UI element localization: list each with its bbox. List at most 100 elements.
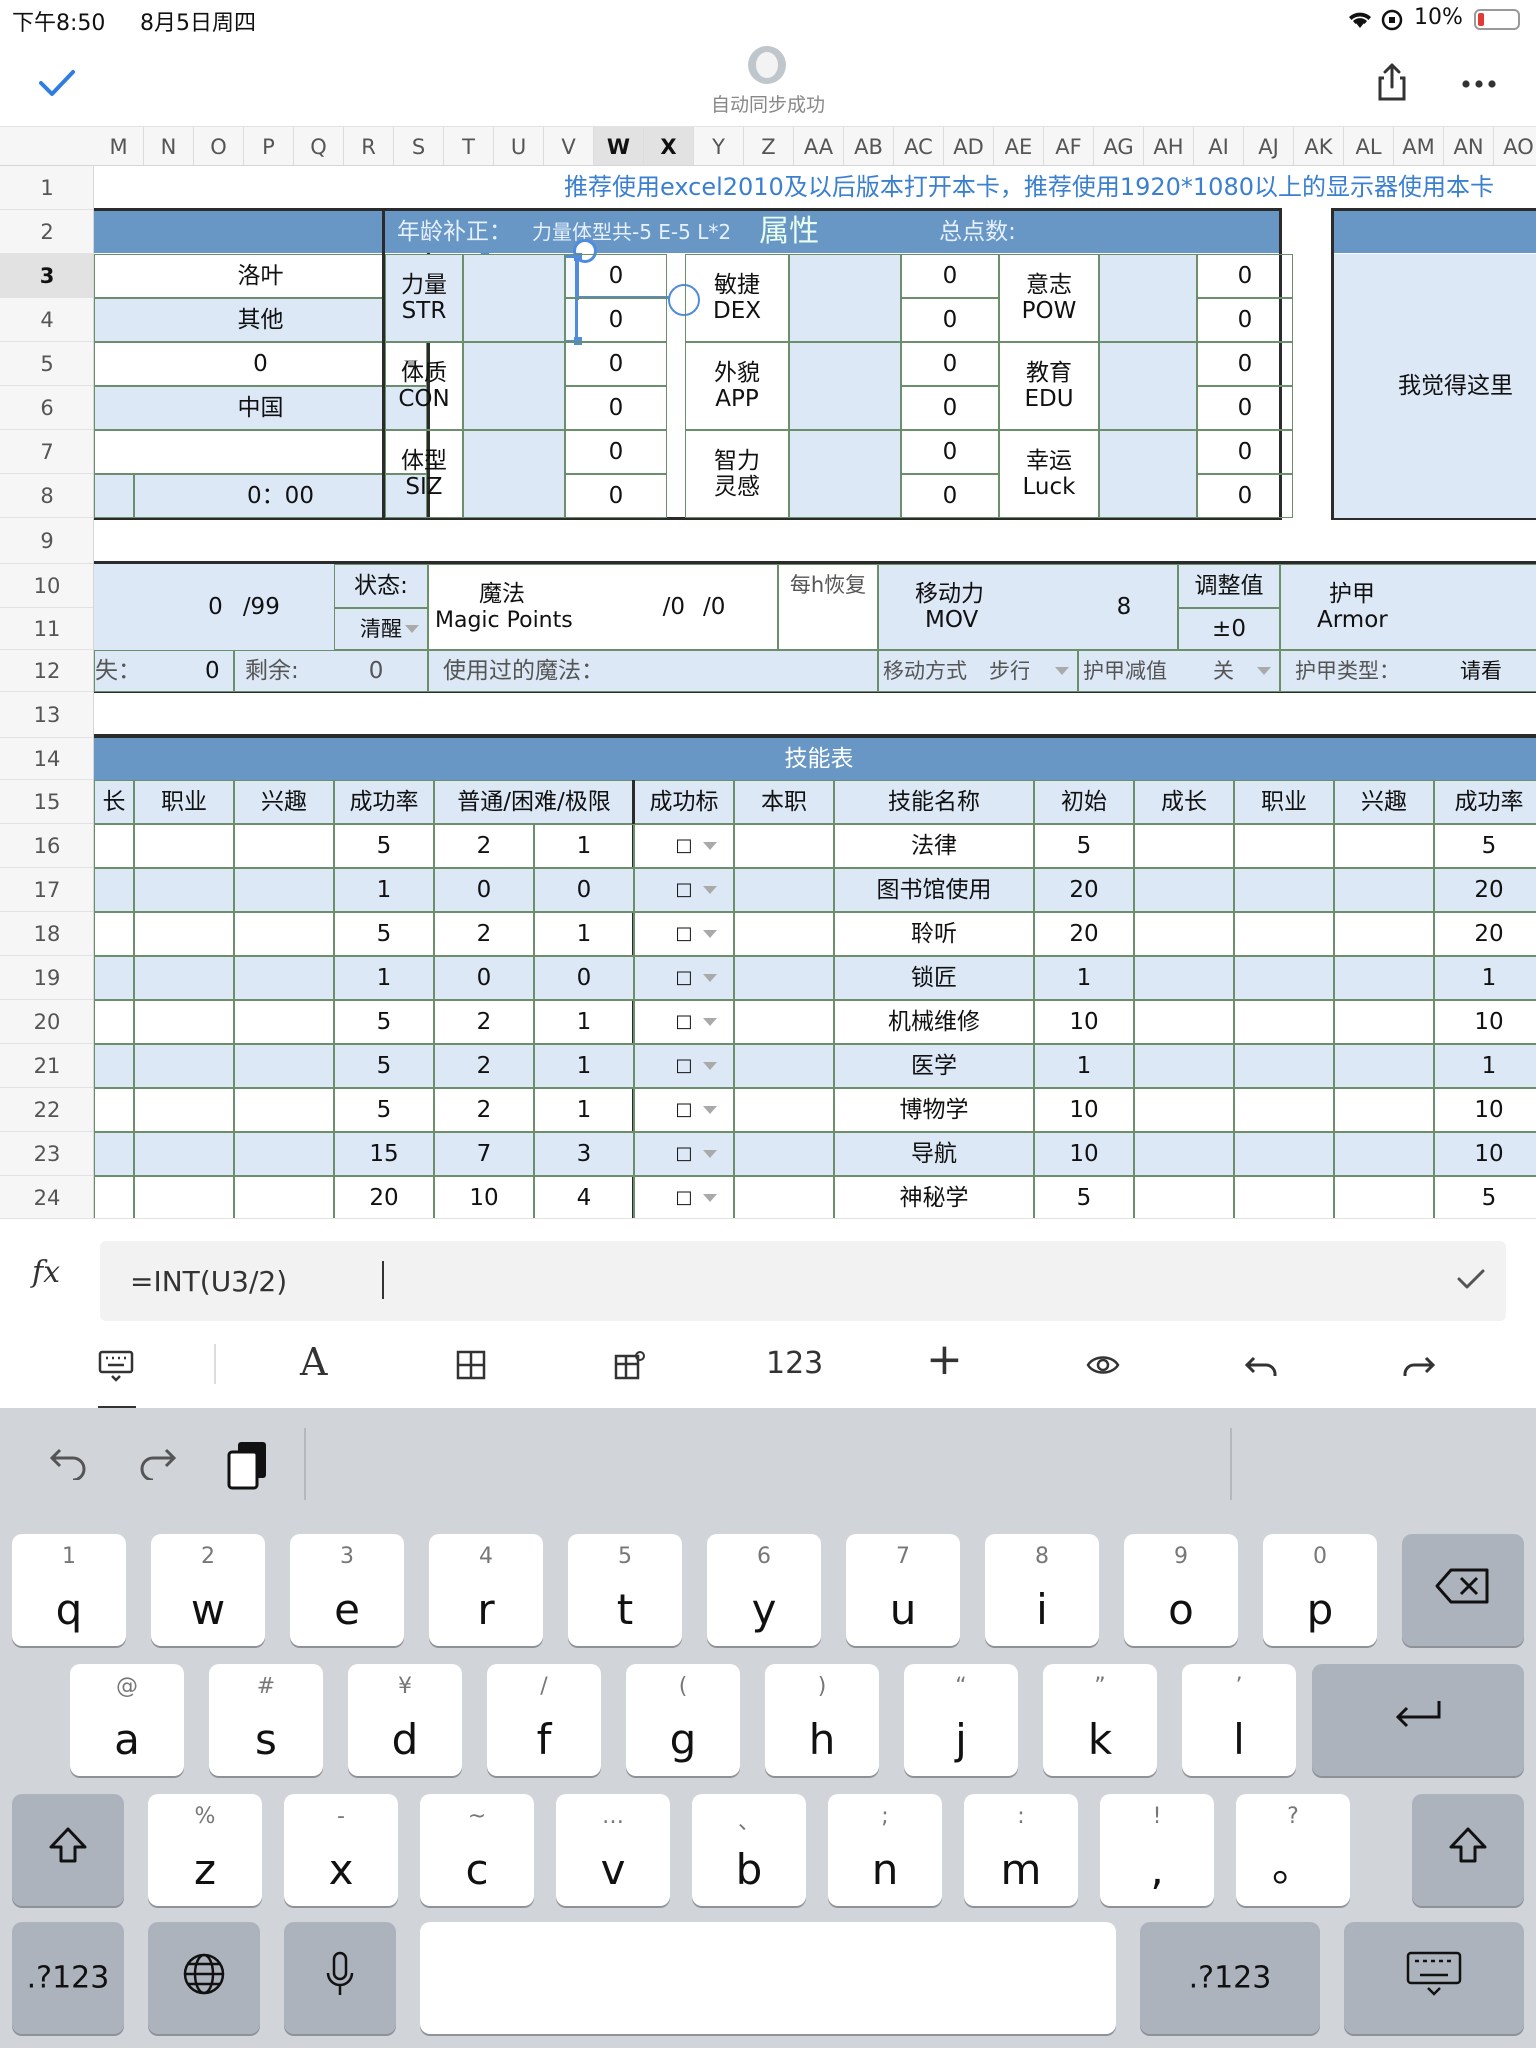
- key-g[interactable]: (g: [626, 1664, 740, 1776]
- row-header-14[interactable]: 14: [0, 738, 93, 780]
- attr-half-luck[interactable]: 0: [1197, 474, 1293, 518]
- skill-grow[interactable]: [1134, 868, 1234, 912]
- delete-key[interactable]: [1402, 1534, 1524, 1646]
- attr-half-edu[interactable]: 0: [1197, 386, 1293, 430]
- checkbox-icon[interactable]: □: [675, 1011, 692, 1033]
- skill-job[interactable]: [1234, 1044, 1334, 1088]
- column-header-AI[interactable]: AI: [1194, 127, 1244, 165]
- formula-input[interactable]: =INT(U3/2): [100, 1241, 1506, 1321]
- dropdown-arrow-icon[interactable]: [703, 1150, 717, 1158]
- row-header-17[interactable]: 17: [0, 868, 93, 912]
- row-header-21[interactable]: 21: [0, 1044, 93, 1088]
- attr-input-pow[interactable]: [1099, 254, 1197, 342]
- key-m[interactable]: :m: [964, 1794, 1078, 1906]
- column-header-M[interactable]: M: [94, 127, 144, 165]
- skill-cell-job[interactable]: [134, 1088, 234, 1132]
- kb-undo-icon[interactable]: [48, 1446, 88, 1480]
- attr-input-app[interactable]: [789, 342, 901, 430]
- key-comma[interactable]: !,: [1100, 1794, 1214, 1906]
- skill-cell-interest[interactable]: [234, 956, 334, 1000]
- skill-own[interactable]: [734, 1044, 834, 1088]
- used-magic-cell[interactable]: 使用过的魔法：: [428, 650, 878, 692]
- key-v[interactable]: … v: [556, 1794, 670, 1906]
- key-a[interactable]: @ a: [70, 1664, 184, 1776]
- attr-value-dex[interactable]: 0: [901, 254, 999, 298]
- skill-cell-interest[interactable]: [234, 868, 334, 912]
- column-header-T[interactable]: T: [444, 127, 494, 165]
- skill-cell-grow[interactable]: [94, 1176, 134, 1218]
- key-c[interactable]: ~ c: [420, 1794, 534, 1906]
- share-icon[interactable]: [1376, 62, 1408, 102]
- skill-mark-select[interactable]: □: [634, 912, 734, 956]
- skill-grow[interactable]: [1134, 1132, 1234, 1176]
- skill-job[interactable]: [1234, 868, 1334, 912]
- key-i[interactable]: 8i: [985, 1534, 1099, 1646]
- space-key[interactable]: [420, 1922, 1116, 2034]
- numbers-key-right[interactable]: .?123: [1140, 1922, 1320, 2034]
- redo-icon[interactable]: [1402, 1356, 1436, 1378]
- dropdown-arrow-icon[interactable]: [703, 886, 717, 894]
- attr-half-siz[interactable]: 0: [565, 474, 667, 518]
- blank-info-cell[interactable]: [94, 430, 427, 474]
- skill-interest[interactable]: [1334, 956, 1434, 1000]
- skill-mark-select[interactable]: □: [634, 1000, 734, 1044]
- more-icon[interactable]: [1462, 80, 1496, 88]
- attr-value-灵感[interactable]: 0: [901, 430, 999, 474]
- skill-job[interactable]: [1234, 956, 1334, 1000]
- skill-interest[interactable]: [1334, 1000, 1434, 1044]
- dismiss-keyboard-key[interactable]: [1344, 1922, 1524, 2034]
- dropdown-arrow-icon[interactable]: [703, 930, 717, 938]
- checkbox-icon[interactable]: □: [675, 879, 692, 901]
- attr-value-luck[interactable]: 0: [1197, 430, 1293, 474]
- skill-job[interactable]: [1234, 1176, 1334, 1218]
- skill-mark-select[interactable]: □: [634, 1132, 734, 1176]
- cell-border-icon[interactable]: [456, 1350, 486, 1380]
- column-header-AE[interactable]: AE: [994, 127, 1044, 165]
- skill-interest[interactable]: [1334, 868, 1434, 912]
- skill-own[interactable]: [734, 1000, 834, 1044]
- skill-own[interactable]: [734, 868, 834, 912]
- skill-mark-select[interactable]: □: [634, 1176, 734, 1218]
- row-header-15[interactable]: 15: [0, 780, 93, 824]
- key-h[interactable]: ) h: [765, 1664, 879, 1776]
- key-y[interactable]: 6y: [707, 1534, 821, 1646]
- skill-interest[interactable]: [1334, 912, 1434, 956]
- column-header-S[interactable]: S: [394, 127, 444, 165]
- key-s[interactable]: # s: [209, 1664, 323, 1776]
- dropdown-arrow-icon[interactable]: [703, 842, 717, 850]
- row-header-10[interactable]: 10: [0, 564, 93, 608]
- skill-cell-grow[interactable]: [94, 868, 134, 912]
- row-header-2[interactable]: 2: [0, 210, 93, 254]
- skill-interest[interactable]: [1334, 1088, 1434, 1132]
- skill-own[interactable]: [734, 956, 834, 1000]
- skill-own[interactable]: [734, 912, 834, 956]
- column-header-Y[interactable]: Y: [694, 127, 744, 165]
- attr-input-str[interactable]: [463, 254, 565, 342]
- attr-half-dex[interactable]: 0: [901, 298, 999, 342]
- key-o[interactable]: 9o: [1124, 1534, 1238, 1646]
- skill-cell-job[interactable]: [134, 956, 234, 1000]
- skill-cell-job[interactable]: [134, 1044, 234, 1088]
- checkbox-icon[interactable]: □: [675, 967, 692, 989]
- dropdown-arrow-icon[interactable]: [703, 1106, 717, 1114]
- skill-mark-select[interactable]: □: [634, 1088, 734, 1132]
- dropdown-arrow-icon[interactable]: [1055, 667, 1069, 675]
- keyboard-icon[interactable]: [98, 1350, 134, 1382]
- checkbox-icon[interactable]: □: [675, 1187, 692, 1209]
- skill-grow[interactable]: [1134, 1044, 1234, 1088]
- row-header-4[interactable]: 4: [0, 298, 93, 342]
- undo-icon[interactable]: [1244, 1356, 1278, 1378]
- attr-value-app[interactable]: 0: [901, 342, 999, 386]
- column-header-X[interactable]: X: [644, 127, 694, 165]
- skill-cell-grow[interactable]: [94, 1132, 134, 1176]
- skill-cell-interest[interactable]: [234, 1000, 334, 1044]
- checkbox-icon[interactable]: □: [675, 1099, 692, 1121]
- attr-half-pow[interactable]: 0: [1197, 298, 1293, 342]
- kb-redo-icon[interactable]: [138, 1446, 178, 1480]
- checkbox-icon[interactable]: □: [675, 923, 692, 945]
- row-header-22[interactable]: 22: [0, 1088, 93, 1132]
- numbers-button[interactable]: 123: [766, 1346, 823, 1381]
- key-z[interactable]: % z: [148, 1794, 262, 1906]
- checkbox-icon[interactable]: □: [675, 1055, 692, 1077]
- row-header-6[interactable]: 6: [0, 386, 93, 430]
